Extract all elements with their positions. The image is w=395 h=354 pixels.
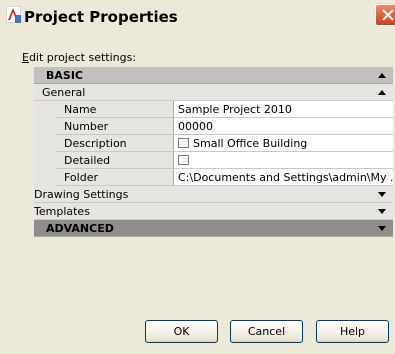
property-value-text: Sample Project 2010 (178, 103, 292, 116)
property-name: Folder (56, 169, 174, 186)
category-advanced[interactable]: ADVANCED (34, 220, 393, 237)
group-general[interactable]: General (34, 84, 393, 101)
edit-label-mnemonic: E (22, 51, 29, 64)
window-title: Project Properties (24, 8, 178, 26)
category-basic-label: BASIC (46, 69, 83, 82)
expand-arrow-icon[interactable] (378, 209, 386, 214)
property-value-detailed-information[interactable] (174, 152, 393, 169)
category-basic[interactable]: BASIC (34, 67, 393, 84)
row-gutter (34, 169, 56, 186)
project-properties-dialog: Project Properties Edit project settings… (0, 0, 395, 354)
group-general-label: General (42, 86, 86, 99)
group-drawing-settings-label: Drawing Settings (34, 188, 129, 201)
ok-button[interactable]: OK (145, 320, 218, 343)
property-row-description[interactable]: Description Small Office Building (34, 135, 393, 152)
property-row-name[interactable]: Name Sample Project 2010 (34, 101, 393, 118)
group-drawing-settings[interactable]: Drawing Settings (34, 186, 393, 203)
document-icon[interactable] (178, 138, 189, 148)
property-name: Name (56, 101, 174, 118)
expand-arrow-icon[interactable] (378, 192, 386, 197)
group-templates[interactable]: Templates (34, 203, 393, 220)
property-name: Description (56, 135, 174, 152)
property-value-text: Small Office Building (193, 137, 308, 150)
property-name: Number (56, 118, 174, 135)
edit-settings-label: Edit project settings: (22, 51, 136, 64)
collapse-arrow-icon[interactable] (378, 90, 386, 95)
property-name: Detailed Information (56, 152, 174, 180)
property-grid: BASIC General Name Sample Project 2010 N… (34, 67, 393, 260)
property-row-detailed-information[interactable]: Detailed Information (34, 152, 393, 180)
row-gutter (34, 101, 56, 118)
title-bar[interactable]: Project Properties (0, 0, 395, 34)
property-row-number[interactable]: Number 00000 (34, 118, 393, 135)
row-gutter (34, 152, 56, 169)
category-advanced-label: ADVANCED (46, 222, 114, 235)
close-button[interactable] (375, 4, 395, 26)
row-gutter (34, 135, 56, 152)
autocad-app-icon (6, 6, 21, 23)
group-templates-label: Templates (34, 205, 90, 218)
cancel-button[interactable]: Cancel (230, 320, 303, 343)
collapse-arrow-icon[interactable] (378, 73, 386, 78)
row-gutter (34, 118, 56, 135)
property-value-text: C:\Documents and Settings\admin\My ... (178, 171, 393, 184)
expand-arrow-icon[interactable] (378, 226, 386, 231)
edit-label-text: dit project settings: (28, 51, 137, 64)
help-button[interactable]: Help (316, 320, 389, 343)
property-value-number[interactable]: 00000 (174, 118, 393, 135)
property-value-description[interactable]: Small Office Building (174, 135, 393, 152)
property-value-name[interactable]: Sample Project 2010 (174, 101, 393, 118)
property-row-folder[interactable]: Folder C:\Documents and Settings\admin\M… (34, 169, 393, 186)
property-value-text: 00000 (178, 120, 213, 133)
property-value-folder[interactable]: C:\Documents and Settings\admin\My ... (174, 169, 393, 186)
document-icon[interactable] (178, 155, 189, 165)
